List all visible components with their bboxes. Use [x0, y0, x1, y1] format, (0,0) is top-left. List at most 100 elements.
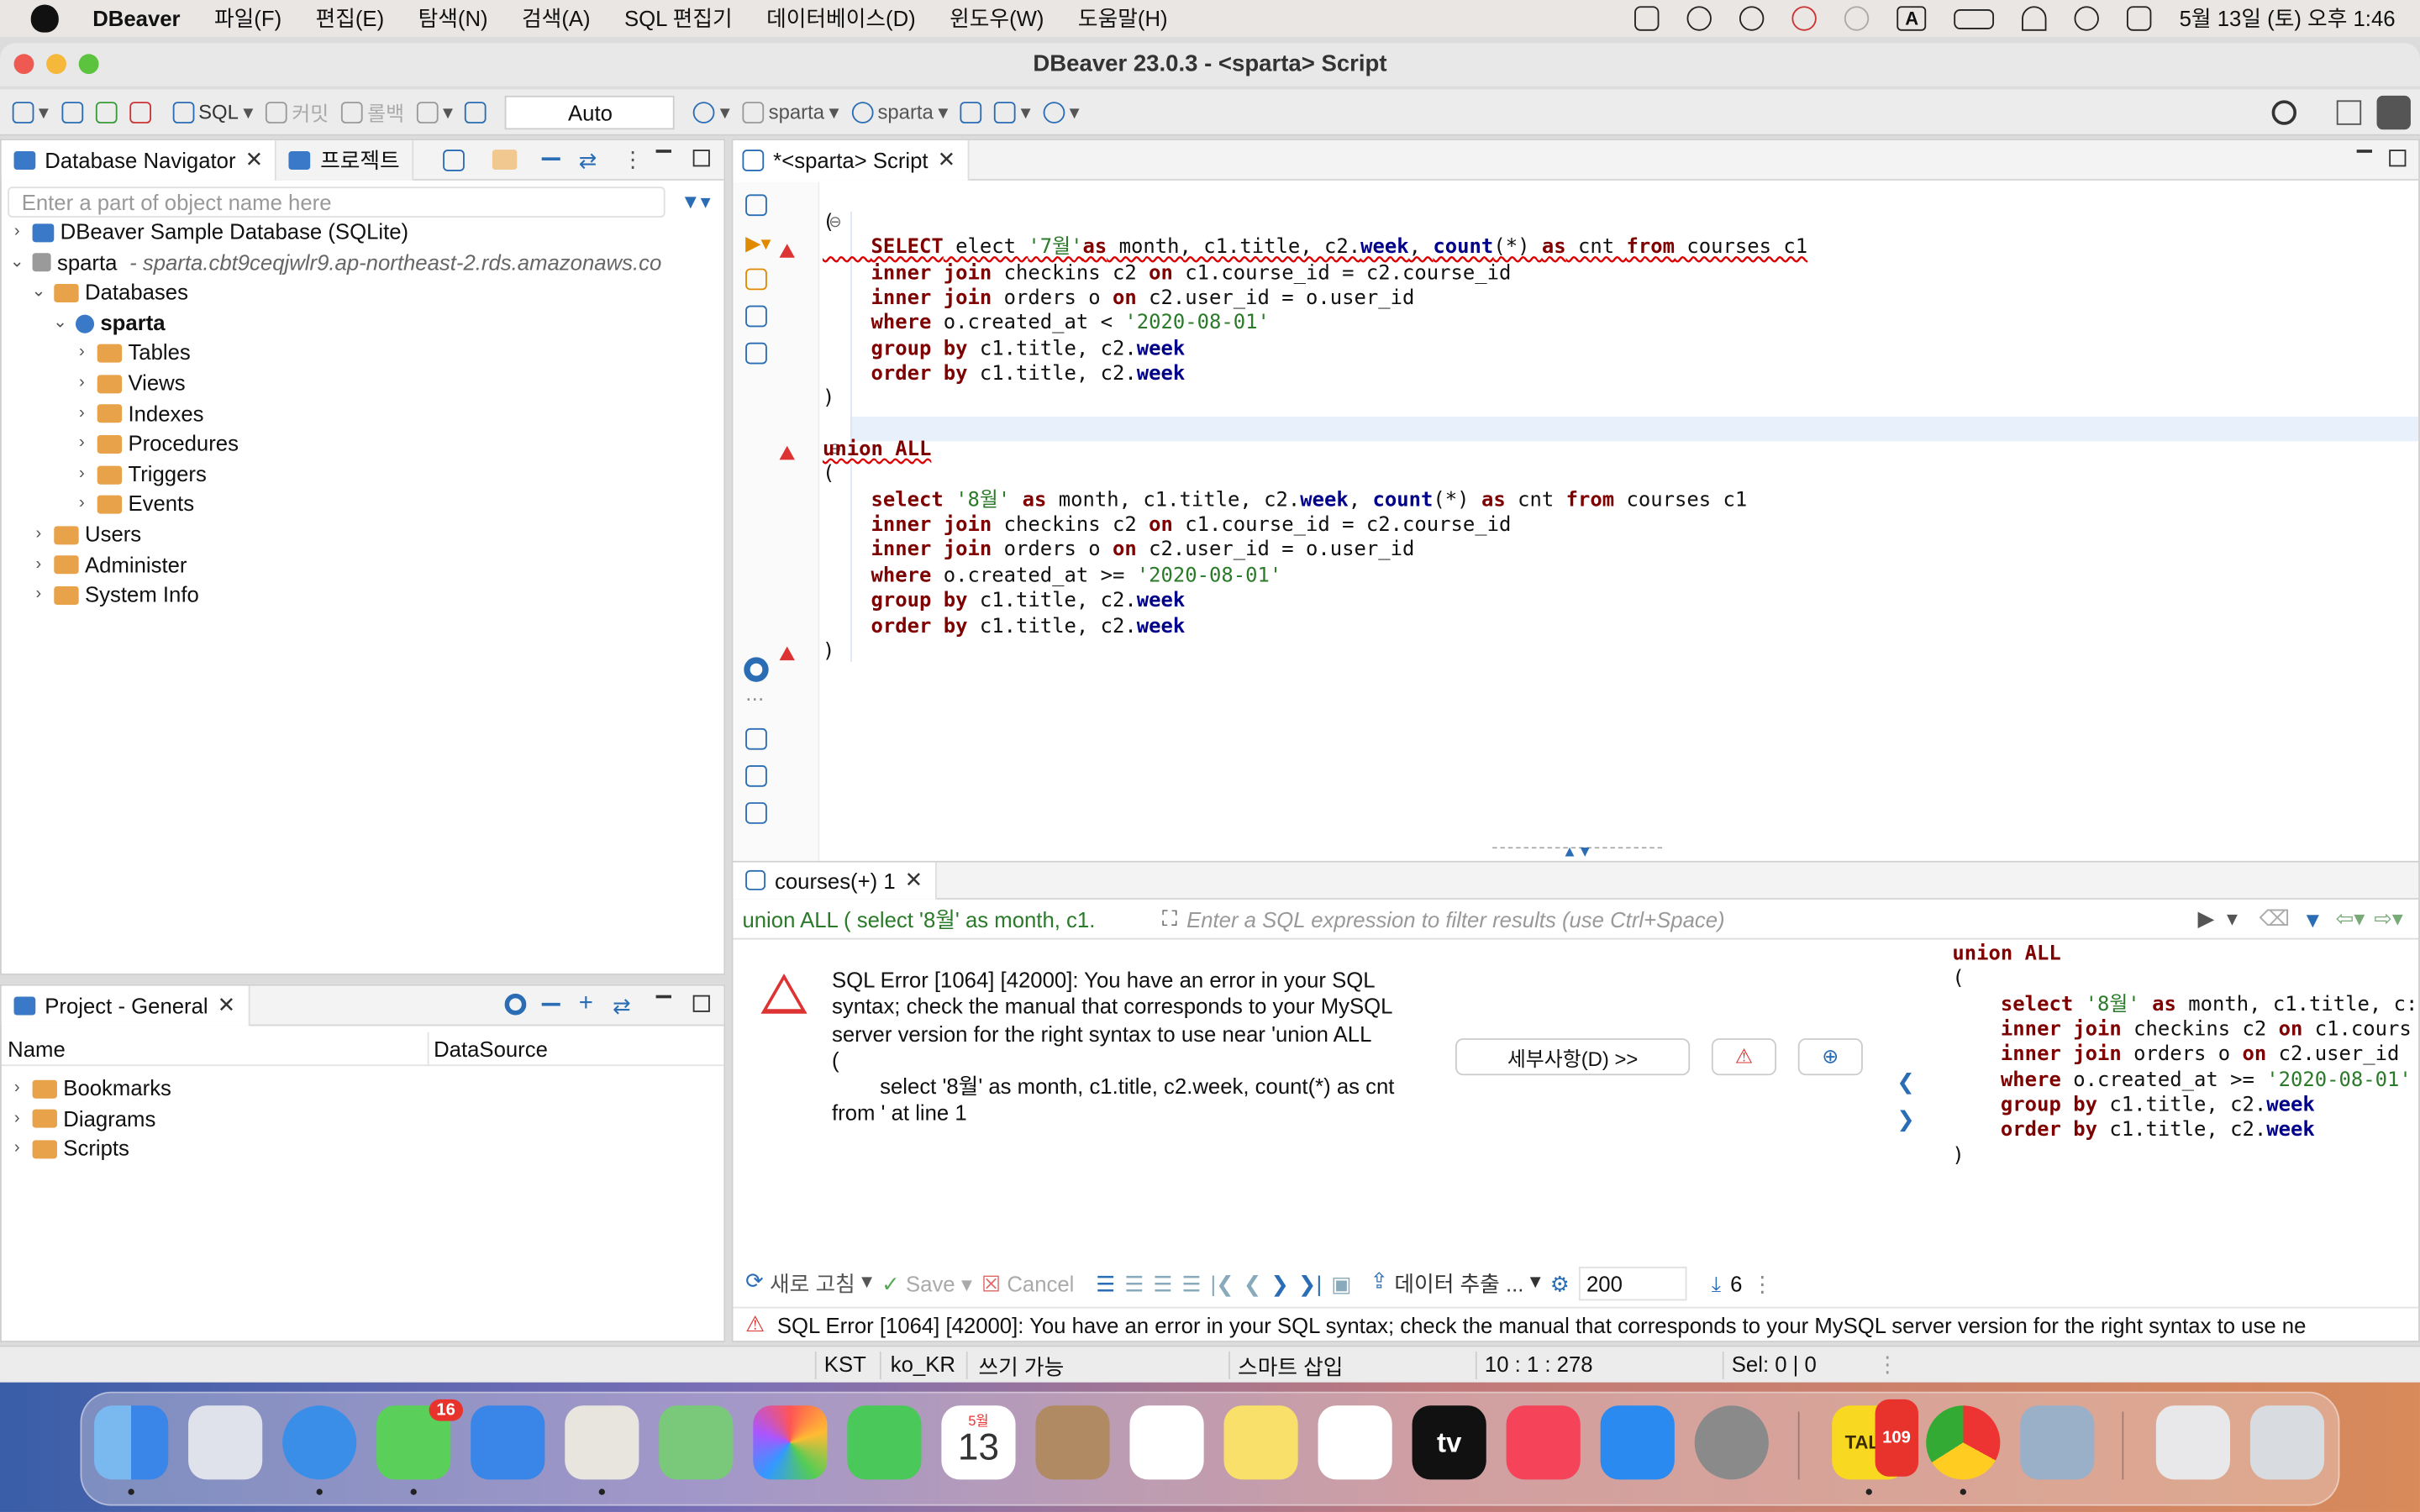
- add-icon[interactable]: +: [579, 990, 593, 1018]
- control-center-icon[interactable]: [2127, 6, 2152, 31]
- disconnect-button[interactable]: [129, 101, 151, 123]
- reconnect-button[interactable]: [95, 101, 117, 123]
- connect-button[interactable]: [60, 101, 83, 123]
- tree-node-events[interactable]: › Events: [8, 490, 721, 520]
- details-button[interactable]: 세부사항(D) >>: [1455, 1038, 1691, 1076]
- search-toolbar-button[interactable]: ▾: [1043, 99, 1080, 123]
- launchpad-app-icon[interactable]: [188, 1405, 263, 1480]
- headphones-icon[interactable]: [1687, 6, 1712, 31]
- play-icon[interactable]: [1739, 6, 1765, 31]
- column-name-header[interactable]: Name: [8, 1037, 66, 1061]
- commit-button[interactable]: 커밋: [266, 97, 329, 127]
- apply-filter-icon[interactable]: ▶: [2197, 906, 2214, 932]
- last-page-icon[interactable]: ❯|: [1298, 1271, 1322, 1297]
- chevron-right-icon[interactable]: ›: [29, 580, 48, 611]
- appstore-app-icon[interactable]: [1600, 1405, 1675, 1480]
- column-datasource-header[interactable]: DataSource: [434, 1037, 548, 1061]
- script-error-icon[interactable]: [745, 765, 767, 787]
- status-more-icon[interactable]: ⋮: [1876, 1352, 1898, 1378]
- collapse-all-icon[interactable]: [541, 1002, 560, 1006]
- menu-help[interactable]: 도움말(H): [1078, 3, 1168, 34]
- transaction-mode-field[interactable]: Auto: [505, 94, 676, 129]
- battery-icon[interactable]: [1954, 8, 1995, 29]
- reminders-app-icon[interactable]: [1129, 1405, 1204, 1480]
- add-row-icon[interactable]: ☰: [1124, 1271, 1144, 1297]
- preview-app-icon[interactable]: [2020, 1405, 2095, 1480]
- expand-icon[interactable]: ⛶: [1162, 906, 1177, 932]
- tree-node-sparta-connection[interactable]: ⌄ sparta - sparta.cbt9ceqjwlr9.ap-northeas…: [8, 248, 721, 278]
- menu-file[interactable]: 파일(F): [214, 3, 281, 34]
- open-perspective-icon[interactable]: [2336, 100, 2362, 125]
- gear-icon[interactable]: ⚙: [1550, 1271, 1570, 1297]
- error-status-text[interactable]: SQL Error [1064] [42000]: You have an er…: [777, 1312, 2307, 1336]
- spotlight-search-icon[interactable]: [2074, 6, 2100, 31]
- explain-plan-icon[interactable]: [745, 305, 767, 328]
- cancel-button[interactable]: ☒ Cancel: [981, 1271, 1074, 1297]
- tree-node-bookmarks[interactable]: › Bookmarks: [8, 1074, 171, 1104]
- tree-node-procedures[interactable]: › Procedures: [8, 429, 721, 459]
- collapse-left-icon[interactable]: ❮: [1897, 1069, 1915, 1095]
- chevron-right-icon[interactable]: ›: [8, 1104, 26, 1134]
- wifi-icon[interactable]: [2022, 6, 2047, 31]
- chevron-down-icon[interactable]: ⌄: [8, 248, 26, 278]
- new-folder-icon[interactable]: [492, 150, 518, 171]
- execute-script-icon[interactable]: ▶▾: [745, 232, 771, 256]
- chevron-right-icon[interactable]: ›: [8, 218, 26, 248]
- export-data-button[interactable]: ⇪ 데이터 추출 ... ▾: [1370, 1268, 1541, 1299]
- collapse-right-icon[interactable]: ❯: [1897, 1106, 1915, 1132]
- tree-node-system-info[interactable]: › System Info: [8, 580, 721, 611]
- calendar-app-icon[interactable]: 5월 13: [941, 1405, 1016, 1480]
- tree-node-administer[interactable]: › Administer: [8, 550, 721, 580]
- chevron-right-icon[interactable]: ›: [72, 490, 91, 520]
- menu-window[interactable]: 윈도우(W): [950, 3, 1044, 34]
- menu-search[interactable]: 검색(A): [522, 3, 591, 34]
- close-icon[interactable]: ✕: [218, 992, 236, 1018]
- chevron-right-icon[interactable]: ›: [8, 1074, 26, 1104]
- rollback-button[interactable]: 롤백: [340, 97, 404, 127]
- downloads-folder-icon[interactable]: [2155, 1405, 2231, 1480]
- chevron-right-icon[interactable]: ›: [72, 339, 91, 369]
- back-icon[interactable]: ⇦▾: [2336, 906, 2365, 932]
- minimize-view-icon[interactable]: [655, 150, 671, 153]
- tab-projects[interactable]: 프로젝트: [276, 139, 414, 180]
- menubar-clock[interactable]: 5월 13일 (토) 오후 1:46: [2180, 3, 2396, 34]
- chevron-down-icon[interactable]: ⌄: [51, 308, 70, 339]
- link-editor-icon[interactable]: ⇄: [579, 148, 597, 174]
- eraser-icon[interactable]: ⌫: [2260, 906, 2290, 932]
- network-button[interactable]: ▾: [994, 99, 1031, 123]
- refresh-button[interactable]: ⟳ 새로 고침 ▾: [745, 1268, 872, 1299]
- messages-app-icon[interactable]: 16: [376, 1399, 464, 1495]
- first-page-icon[interactable]: |❮: [1210, 1271, 1234, 1297]
- panel-splitter-handle[interactable]: ▲▼: [1492, 845, 1663, 860]
- screen-mirror-icon[interactable]: [1634, 6, 1660, 31]
- menu-sql-editor[interactable]: SQL 편집기: [624, 3, 733, 34]
- kakaotalk-app-icon[interactable]: TALK 109: [1832, 1399, 1919, 1495]
- tree-node-databases[interactable]: ⌄ Databases: [8, 278, 721, 308]
- chevron-right-icon[interactable]: ›: [72, 429, 91, 459]
- apple-menu-icon[interactable]: [30, 4, 59, 33]
- more-icon[interactable]: ⋮: [1752, 1271, 1774, 1297]
- contacts-app-icon[interactable]: [1035, 1405, 1110, 1480]
- tree-node-users[interactable]: › Users: [8, 520, 721, 550]
- menu-navigate[interactable]: 탐색(N): [418, 3, 488, 34]
- sql-editor-button[interactable]: SQL ▾: [171, 99, 253, 123]
- navigator-search-input[interactable]: Enter a part of object name here: [8, 186, 666, 218]
- view-menu-icon[interactable]: ⋮: [622, 146, 644, 172]
- filter-icon[interactable]: ▼▾: [681, 190, 711, 214]
- chevron-down-icon[interactable]: ⌄: [29, 278, 48, 308]
- dashboard-button[interactable]: [960, 101, 982, 123]
- dbeaver-app-icon[interactable]: [565, 1405, 639, 1495]
- chevron-right-icon[interactable]: ›: [8, 1134, 26, 1164]
- facetime-app-icon[interactable]: [847, 1405, 922, 1480]
- global-search-icon[interactable]: [2271, 100, 2297, 125]
- menu-edit[interactable]: 편집(E): [316, 3, 385, 34]
- previous-page-icon[interactable]: ❮: [1244, 1271, 1262, 1297]
- transaction-mode-button[interactable]: ▾: [416, 99, 453, 123]
- filter-icon[interactable]: ▼: [2302, 906, 2323, 931]
- sql-code-area[interactable]: ( SELECT elect '7월'as month, c1.title, c…: [823, 212, 1807, 665]
- notification-app-icon[interactable]: [1792, 6, 1818, 31]
- query-preview-label[interactable]: union ALL ( select '8월' as month, c1.: [742, 903, 1153, 934]
- execute-statement-icon[interactable]: [745, 194, 767, 217]
- tab-database-navigator[interactable]: Database Navigator ✕: [1, 139, 277, 180]
- history-button[interactable]: ▾: [693, 99, 730, 123]
